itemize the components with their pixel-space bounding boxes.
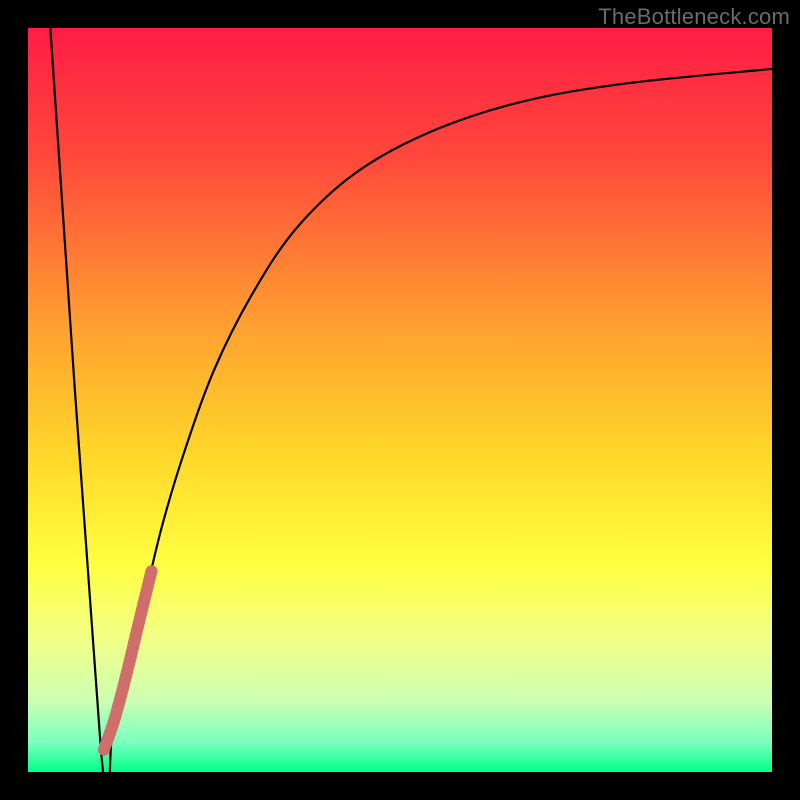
- gradient-background: [28, 28, 772, 772]
- plot-area: [28, 28, 772, 772]
- chart-svg: [28, 28, 772, 772]
- chart-frame: TheBottleneck.com: [0, 0, 800, 800]
- watermark-text: TheBottleneck.com: [598, 4, 790, 30]
